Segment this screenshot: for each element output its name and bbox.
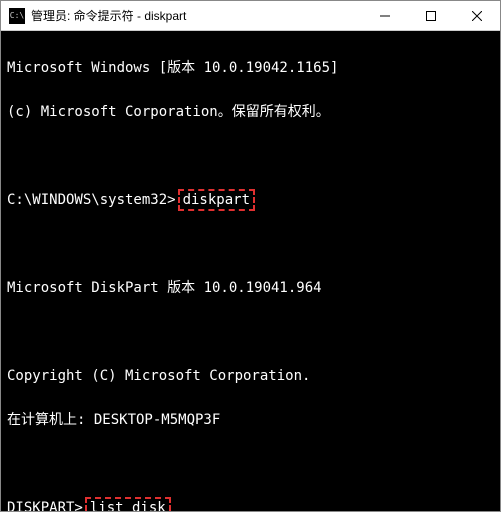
output-line: 在计算机上: DESKTOP-M5MQP3F bbox=[7, 409, 494, 431]
titlebar[interactable]: C:\ 管理员: 命令提示符 - diskpart bbox=[1, 1, 500, 31]
output-line: (c) Microsoft Corporation。保留所有权利。 bbox=[7, 101, 494, 123]
close-button[interactable] bbox=[454, 1, 500, 30]
output-line: Copyright (C) Microsoft Corporation. bbox=[7, 365, 494, 387]
output-line bbox=[7, 321, 494, 343]
highlighted-command: list disk bbox=[85, 497, 171, 511]
minimize-button[interactable] bbox=[362, 1, 408, 30]
terminal-output[interactable]: Microsoft Windows [版本 10.0.19042.1165] (… bbox=[1, 31, 500, 511]
command-prompt-window: C:\ 管理员: 命令提示符 - diskpart Microsoft Win bbox=[0, 0, 501, 512]
cmd-icon: C:\ bbox=[9, 8, 25, 24]
maximize-icon bbox=[426, 11, 436, 21]
output-line: Microsoft DiskPart 版本 10.0.19041.964 bbox=[7, 277, 494, 299]
prompt-line: DISKPART>list disk bbox=[7, 497, 494, 511]
highlighted-command: diskpart bbox=[178, 189, 255, 211]
prompt-text: DISKPART> bbox=[7, 500, 83, 511]
prompt-text: C:\WINDOWS\system32> bbox=[7, 192, 176, 208]
prompt-line: C:\WINDOWS\system32>diskpart bbox=[7, 189, 494, 211]
maximize-button[interactable] bbox=[408, 1, 454, 30]
output-line bbox=[7, 233, 494, 255]
close-icon bbox=[472, 11, 482, 21]
output-line bbox=[7, 453, 494, 475]
window-controls bbox=[362, 1, 500, 30]
output-line: Microsoft Windows [版本 10.0.19042.1165] bbox=[7, 57, 494, 79]
output-line bbox=[7, 145, 494, 167]
window-title: 管理员: 命令提示符 - diskpart bbox=[31, 7, 362, 24]
minimize-icon bbox=[380, 11, 390, 21]
